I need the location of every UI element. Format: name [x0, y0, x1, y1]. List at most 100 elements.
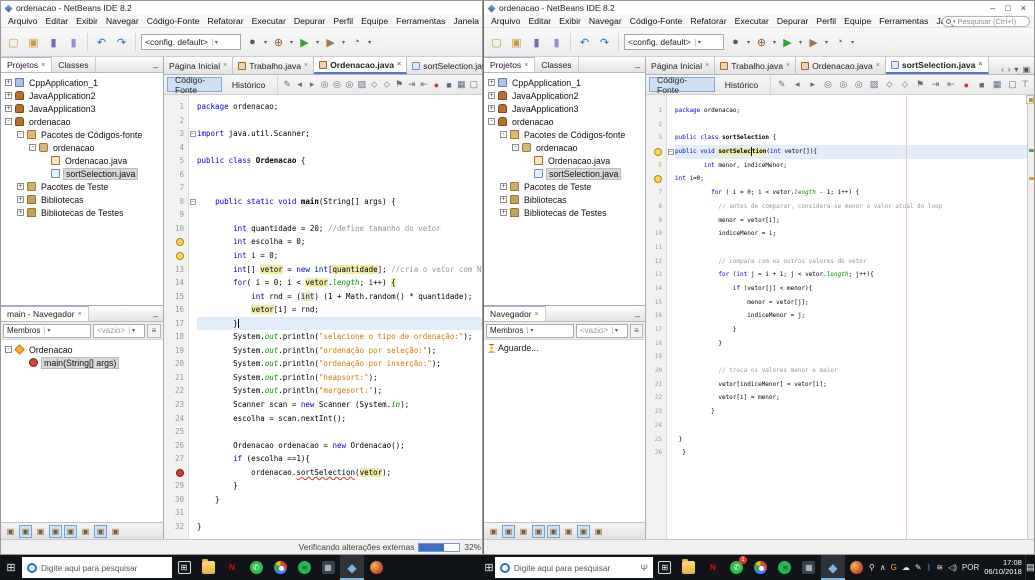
- menu-equipe[interactable]: Equipe: [357, 16, 392, 26]
- menu-ferramentas[interactable]: Ferramentas: [392, 16, 449, 26]
- shift-right-icon[interactable]: ⇥: [406, 78, 416, 92]
- menu-ferramentas[interactable]: Ferramentas: [875, 16, 932, 26]
- show-constructors-icon[interactable]: ▣: [34, 525, 47, 538]
- find-prev-icon[interactable]: ◎: [852, 78, 865, 92]
- tab-list-icon[interactable]: ▾: [1014, 65, 1018, 74]
- show-protected-icon[interactable]: ▣: [49, 524, 62, 538]
- task-view-taskbar-icon[interactable]: ⊞: [653, 555, 677, 580]
- expand-icon[interactable]: +: [488, 79, 495, 86]
- warnings-badge[interactable]: [1026, 95, 1034, 104]
- menu-navegar[interactable]: Navegar: [585, 16, 626, 26]
- expand-icon[interactable]: +: [5, 105, 12, 112]
- debug-icon[interactable]: ▶: [322, 34, 339, 51]
- clean-build-icon[interactable]: ⊕: [753, 34, 770, 51]
- show-inherited-icon[interactable]: ▣: [4, 525, 17, 538]
- tree-item-bibliotecas-de-testes[interactable]: + Bibliotecas de Testes: [1, 206, 163, 219]
- expand-icon[interactable]: +: [17, 183, 24, 190]
- close-icon[interactable]: ×: [535, 311, 539, 318]
- scope-select[interactable]: <vazio> ▾: [93, 323, 145, 338]
- fold-collapse-icon[interactable]: –: [667, 148, 674, 155]
- config-select[interactable]: <config. default> ▾: [141, 34, 241, 50]
- calculator-taskbar-icon[interactable]: ▦: [316, 555, 340, 580]
- doc-tab-sortselection-java[interactable]: sortSelection.java×: [885, 57, 989, 74]
- back-icon[interactable]: ◂: [294, 78, 304, 92]
- calculator-taskbar-icon[interactable]: ▦: [797, 555, 821, 580]
- toggle-bookmark-icon[interactable]: ⚑: [914, 78, 927, 92]
- menu-arquivo[interactable]: Arquivo: [487, 16, 524, 26]
- menu-depurar[interactable]: Depurar: [290, 16, 329, 26]
- show-static-icon[interactable]: ▣: [79, 525, 92, 538]
- collapse-icon[interactable]: -: [5, 346, 12, 353]
- close-icon[interactable]: ×: [41, 62, 45, 69]
- expand-icon[interactable]: +: [5, 92, 12, 99]
- comment-icon[interactable]: ▦: [456, 78, 466, 92]
- google-icon[interactable]: G: [891, 563, 897, 572]
- undo-icon[interactable]: ↶: [93, 34, 110, 51]
- new-project-icon[interactable]: ▣: [508, 34, 525, 51]
- expand-icon[interactable]: +: [500, 209, 507, 216]
- chrome-taskbar-icon[interactable]: [268, 555, 292, 580]
- run-icon[interactable]: ▶: [296, 34, 313, 51]
- tab-projetos[interactable]: Projetos ×: [1, 57, 53, 72]
- volume-icon[interactable]: ◁): [948, 563, 957, 572]
- view-codigo-fonte[interactable]: Código-Fonte: [167, 75, 222, 95]
- navigator-item-main-string-args[interactable]: -main(String[] args): [1, 356, 163, 369]
- last-edit-icon[interactable]: ✎: [775, 78, 788, 92]
- menu-refatorar[interactable]: Refatorar: [686, 16, 730, 26]
- back-icon[interactable]: ◂: [791, 78, 804, 92]
- new-file-icon[interactable]: ▢: [5, 34, 22, 51]
- find-selection-icon[interactable]: ◎: [821, 78, 834, 92]
- minimize-button[interactable]: –: [990, 3, 995, 13]
- titlebar-right[interactable]: ordenacao - NetBeans IDE 8.2 – □ ×: [484, 1, 1034, 15]
- hint-bulb-icon[interactable]: [176, 238, 184, 247]
- find-next-icon[interactable]: ◎: [332, 78, 342, 92]
- expand-icon[interactable]: +: [17, 209, 24, 216]
- minimize-panel-button[interactable]: –: [630, 62, 645, 72]
- save-icon[interactable]: ▮: [45, 34, 62, 51]
- tree-item-ordenacao[interactable]: - ordenacao: [1, 141, 163, 154]
- taskbar-clock[interactable]: 17:08 06/10/2018: [981, 558, 1025, 576]
- menu-depurar[interactable]: Depurar: [773, 16, 812, 26]
- netbeans-taskbar-icon[interactable]: ◆: [820, 555, 845, 580]
- code-area[interactable]: 1 package ordenacao; 2 3 public class sortSe…: [646, 95, 1034, 539]
- shift-right-icon[interactable]: ⇥: [929, 78, 942, 92]
- photos-taskbar-icon[interactable]: [364, 555, 388, 580]
- toggle-bookmark-icon[interactable]: ⚑: [394, 78, 404, 92]
- show-public-icon[interactable]: ▣: [547, 524, 560, 538]
- menu-janela[interactable]: Janela: [449, 16, 483, 26]
- menu-equipe[interactable]: Equipe: [840, 16, 875, 26]
- doc-tab-pagina-inicial[interactable]: Página Inicial ×: [646, 57, 716, 74]
- error-stripe[interactable]: [1027, 95, 1034, 539]
- expand-icon[interactable]: +: [5, 79, 12, 86]
- macro-stop-icon[interactable]: ■: [975, 78, 988, 92]
- show-public-icon[interactable]: ▣: [64, 524, 77, 538]
- save-all-icon[interactable]: ▮: [548, 34, 565, 51]
- tree-item-bibliotecas[interactable]: + Bibliotecas: [484, 193, 645, 206]
- tree-item-javaapplication3[interactable]: + JavaApplication3: [1, 102, 163, 115]
- show-fields-icon[interactable]: ▣: [19, 524, 32, 538]
- tab-classes[interactable]: Classes: [52, 57, 96, 72]
- menu-perfil[interactable]: Perfil: [329, 16, 357, 26]
- sort-source-icon[interactable]: ▣: [592, 525, 605, 538]
- netflix-taskbar-icon[interactable]: N: [701, 555, 725, 580]
- file-explorer-taskbar-icon[interactable]: [196, 555, 220, 580]
- clean-build-icon[interactable]: ⊕: [270, 34, 287, 51]
- prev-bookmark-icon[interactable]: ⬦: [898, 78, 911, 92]
- tree-item-cppapplication-1[interactable]: + CppApplication_1: [1, 76, 163, 89]
- menu-editar[interactable]: Editar: [524, 16, 555, 26]
- chrome-taskbar-icon[interactable]: [749, 555, 773, 580]
- new-project-icon[interactable]: ▣: [25, 34, 42, 51]
- tab-projetos[interactable]: Projetos ×: [484, 57, 536, 72]
- pen-icon[interactable]: ✎: [915, 563, 922, 572]
- minimize-panel-button[interactable]: –: [630, 311, 645, 321]
- close-icon[interactable]: ×: [786, 62, 790, 69]
- tree-item-pacotes-de-teste[interactable]: + Pacotes de Teste: [1, 180, 163, 193]
- tree-item-javaapplication2[interactable]: + JavaApplication2: [1, 89, 163, 102]
- onedrive-icon[interactable]: ☁: [902, 563, 910, 572]
- close-icon[interactable]: ×: [524, 62, 528, 69]
- new-file-icon[interactable]: ▢: [488, 34, 505, 51]
- hint-bulb-icon[interactable]: [654, 175, 662, 184]
- fold-collapse-icon[interactable]: –: [189, 198, 196, 205]
- titlebar-left[interactable]: ordenacao - NetBeans IDE 8.2: [1, 1, 482, 15]
- macro-record-icon[interactable]: ●: [431, 78, 441, 92]
